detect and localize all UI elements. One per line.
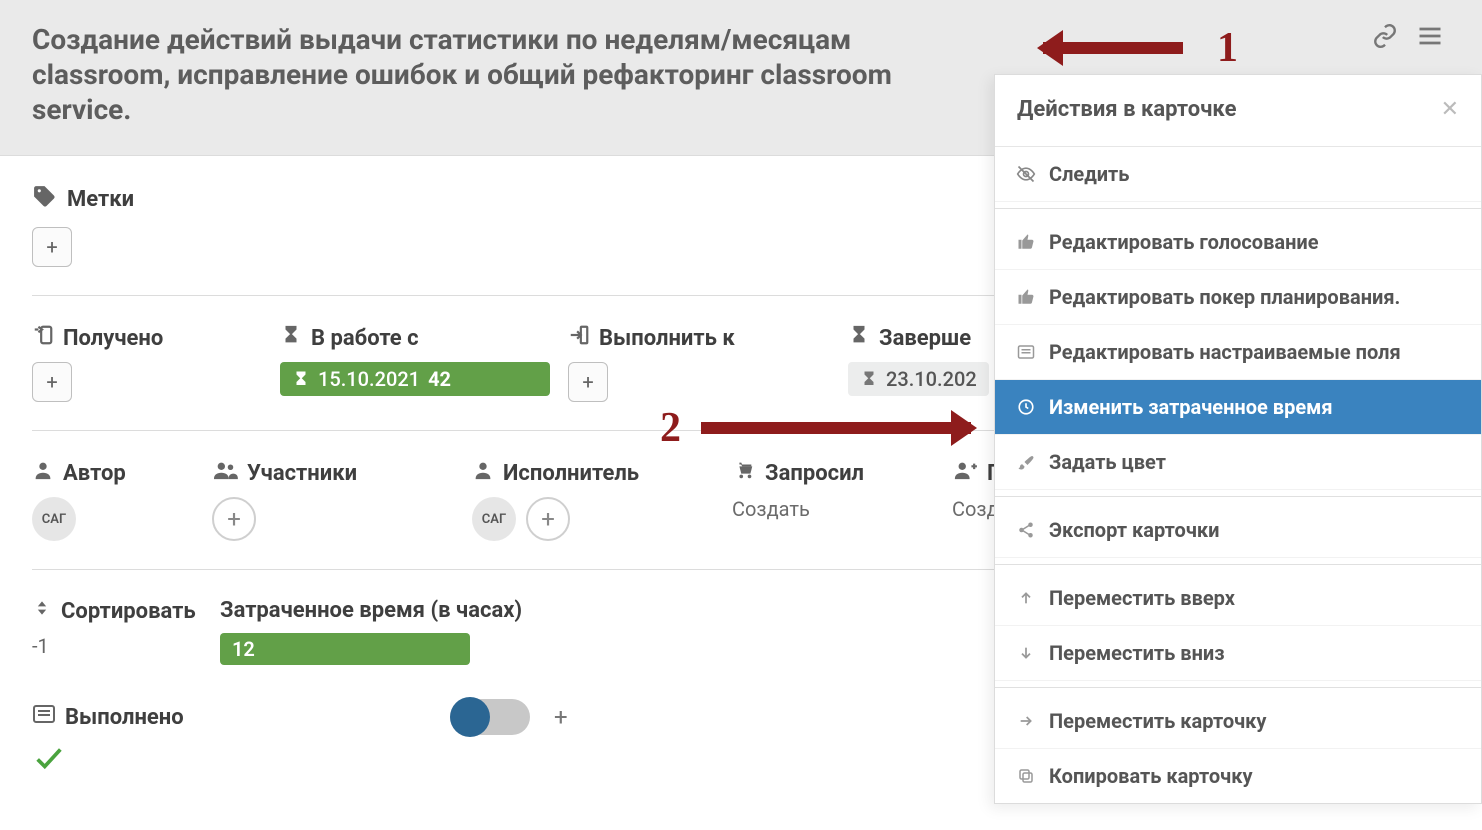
done-toggle[interactable] <box>450 699 530 735</box>
menu-edit-fields[interactable]: Редактировать настраиваемые поля <box>995 325 1481 380</box>
hamburger-menu-icon[interactable] <box>1416 22 1444 54</box>
card-actions-menu: Действия в карточке ✕ Следить Редактиров… <box>994 74 1482 804</box>
menu-title: Действия в карточке <box>1017 97 1236 122</box>
copy-icon <box>1015 767 1037 785</box>
tag-icon <box>32 184 57 215</box>
done-toggle-label: Выполнено <box>65 705 184 730</box>
add-due-date-button[interactable]: + <box>568 362 608 402</box>
card-title: Создание действий выдачи статистики по н… <box>32 22 922 127</box>
add-done-field-button[interactable]: + <box>554 703 568 731</box>
share-icon <box>1015 521 1037 539</box>
executor-label: Исполнитель <box>503 461 639 486</box>
time-value-pill[interactable]: 12 <box>220 633 470 665</box>
annotation-1: 1 <box>1043 24 1238 72</box>
add-member-button[interactable]: + <box>212 497 256 541</box>
clock-icon <box>1015 398 1037 416</box>
members-label: Участники <box>247 461 357 486</box>
menu-close-button[interactable]: ✕ <box>1441 97 1459 122</box>
executor-avatar[interactable]: САГ <box>472 497 516 541</box>
sort-value[interactable]: -1 <box>32 634 220 658</box>
menu-move-card[interactable]: Переместить карточку <box>995 694 1481 749</box>
thumb-up-icon <box>1015 233 1037 251</box>
author-avatar[interactable]: САГ <box>32 497 76 541</box>
in-work-label: В работе с <box>311 326 419 351</box>
menu-edit-poker[interactable]: Редактировать покер планирования. <box>995 270 1481 325</box>
labels-section-title: Метки <box>67 187 134 212</box>
menu-export[interactable]: Экспорт карточки <box>995 503 1481 558</box>
annotation-2: 2 <box>660 404 971 452</box>
received-label: Получено <box>63 326 163 351</box>
menu-edit-vote[interactable]: Редактировать голосование <box>995 215 1481 270</box>
due-label: Выполнить к <box>599 326 735 351</box>
menu-move-up[interactable]: Переместить вверх <box>995 571 1481 626</box>
done-badge[interactable]: 23.10.202 <box>848 362 989 396</box>
arrow-up-icon <box>1015 590 1037 606</box>
menu-copy-card[interactable]: Копировать карточку <box>995 749 1481 803</box>
brush-icon <box>1015 453 1037 471</box>
menu-move-down[interactable]: Переместить вниз <box>995 626 1481 681</box>
done-section-icon <box>32 704 56 730</box>
sort-label: Сортировать <box>61 599 196 624</box>
menu-watch[interactable]: Следить <box>995 147 1481 202</box>
received-icon <box>32 324 54 352</box>
add-label-button[interactable]: + <box>32 227 72 267</box>
hourglass-done-icon <box>848 324 870 352</box>
add-executor-button[interactable]: + <box>526 497 570 541</box>
hourglass-icon <box>280 324 302 352</box>
fields-icon <box>1015 344 1037 360</box>
requested-label: Запросил <box>765 461 864 486</box>
helper-icon <box>952 459 978 487</box>
author-label: Автор <box>63 461 126 486</box>
thumb-up-icon <box>1015 288 1037 306</box>
link-icon[interactable] <box>1372 23 1398 53</box>
in-work-days: 42 <box>428 367 451 391</box>
requested-action[interactable]: Создать <box>732 497 952 521</box>
sort-icon <box>32 598 52 624</box>
in-work-badge[interactable]: 15.10.2021 42 <box>280 362 550 396</box>
arrow-right-icon <box>1015 713 1037 729</box>
arrow-down-icon <box>1015 645 1037 661</box>
add-received-date-button[interactable]: + <box>32 362 72 402</box>
done-date: 23.10.202 <box>886 367 977 391</box>
in-work-date: 15.10.2021 <box>318 367 420 391</box>
menu-edit-time[interactable]: Изменить затраченное время <box>995 380 1481 435</box>
author-icon <box>32 459 54 487</box>
executor-icon <box>472 459 494 487</box>
requested-icon <box>732 459 756 487</box>
done-label: Заверше <box>879 326 971 351</box>
menu-set-color[interactable]: Задать цвет <box>995 435 1481 490</box>
due-icon <box>568 324 590 352</box>
members-icon <box>212 459 238 487</box>
eye-off-icon <box>1015 164 1037 184</box>
time-label: Затраченное время (в часах) <box>220 598 522 623</box>
